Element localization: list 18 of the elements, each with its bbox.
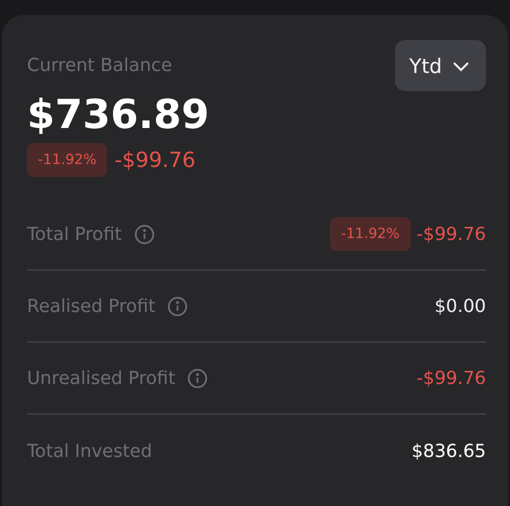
row-value: -$99.76 [416, 368, 486, 388]
info-icon[interactable] [187, 368, 208, 388]
row-label: Unrealised Profit [27, 368, 176, 388]
row-label: Total Invested [27, 440, 152, 462]
row-label: Realised Profit [27, 296, 156, 316]
row-value: -$99.76 [416, 224, 486, 244]
change-amount: -$99.76 [114, 148, 196, 172]
info-icon[interactable] [167, 296, 188, 316]
change-percent: -11.92% [27, 143, 108, 177]
row-label: Total Profit [27, 224, 122, 244]
period-dropdown[interactable]: Ytd [395, 40, 486, 91]
balance-label: Current Balance [27, 55, 172, 76]
balance-amount: $736.89 [27, 91, 210, 139]
info-icon[interactable] [134, 224, 155, 244]
profit-percent: -11.92% [330, 217, 411, 251]
chevron-down-icon [452, 60, 470, 72]
row-value: $0.00 [434, 296, 486, 316]
row-value: $836.65 [412, 440, 486, 462]
